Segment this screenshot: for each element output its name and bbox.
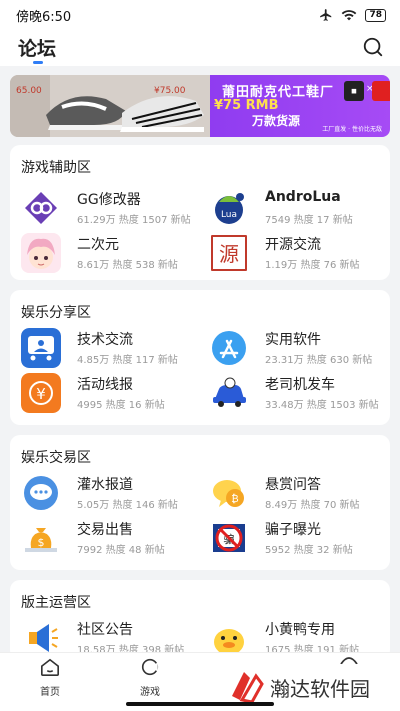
forum-opensource[interactable]: 源 开源交流 1.19万 热度 76 新帖 <box>209 233 389 273</box>
page-title: 论坛 <box>18 38 57 60</box>
sneakers-image: 65.00 ¥75.00 <box>10 75 210 137</box>
forum-events[interactable]: ¥ 活动线报 4995 热度 16 新帖 <box>21 373 201 413</box>
forum-stats: 7992 热度 48 新帖 <box>77 545 165 556</box>
forum-name: AndroLua <box>265 189 341 205</box>
watermark-logo-icon <box>232 672 264 704</box>
banner-price: ¥75 RMB <box>214 98 279 113</box>
forum-stats: 7549 热度 17 新帖 <box>265 215 353 226</box>
game-icon <box>141 658 159 676</box>
forum-name: 老司机发车 <box>265 377 335 393</box>
section-title: 娱乐分享区 <box>21 305 91 321</box>
banner-subtitle: 万款货源 <box>252 114 301 128</box>
store-logo-icon <box>372 81 390 101</box>
forum-stats: 61.29万 热度 1507 新帖 <box>77 215 191 226</box>
header: 论坛 <box>0 30 400 66</box>
section-game-assist: 游戏辅助区 GG修改器 61.29万 热度 1507 新帖 Lua AndroL… <box>10 145 390 280</box>
forum-name: 二次元 <box>77 237 119 253</box>
home-icon <box>41 658 59 676</box>
forum-name: 活动线报 <box>77 377 133 393</box>
nav-home[interactable]: 首页 <box>20 657 80 698</box>
battery-indicator: 78 <box>365 8 386 22</box>
svg-text:$: $ <box>38 536 45 549</box>
banner-footer: 工厂直发 · 性价比无敌 <box>322 126 382 133</box>
androlua-icon: Lua <box>209 188 249 228</box>
money-bag-icon: $ <box>21 518 61 558</box>
shoe-price-2: ¥75.00 <box>154 86 186 96</box>
forum-useful-software[interactable]: 实用软件 23.31万 热度 630 新帖 <box>209 328 389 368</box>
forum-stats: 5952 热度 32 新帖 <box>265 545 353 556</box>
forum-stats: 4995 热度 16 新帖 <box>77 400 165 411</box>
forum-stats: 1.19万 热度 76 新帖 <box>265 260 360 271</box>
home-indicator[interactable] <box>126 702 274 706</box>
forum-name: 小黄鸭专用 <box>265 622 335 638</box>
forum-name: 骗子曝光 <box>265 522 321 538</box>
anime-icon <box>21 233 61 273</box>
forum-stats: 8.49万 热度 70 新帖 <box>265 500 360 511</box>
forum-name: 交易出售 <box>77 522 133 538</box>
opensource-icon: 源 <box>209 233 249 273</box>
forum-stats: 8.61万 热度 538 新帖 <box>77 260 178 271</box>
gg-icon <box>21 188 61 228</box>
forum-name: 灌水报道 <box>77 477 133 493</box>
status-icons: 78 <box>319 8 386 22</box>
section-entertainment-trade: 娱乐交易区 灌水报道 5.05万 热度 146 新帖 ₿ 悬赏问答 8.49万 … <box>10 435 390 570</box>
svg-text:源: 源 <box>219 242 239 266</box>
forum-stats: 23.31万 热度 630 新帖 <box>265 355 373 366</box>
airplane-icon <box>320 9 332 21</box>
nav-game[interactable]: 游戏 <box>120 657 180 698</box>
forum-androlua[interactable]: Lua AndroLua 7549 热度 17 新帖 <box>209 188 389 228</box>
forum-name: 开源交流 <box>265 237 321 253</box>
section-title: 娱乐交易区 <box>21 450 91 466</box>
svg-text:₿: ₿ <box>231 493 238 505</box>
forum-name: 社区公告 <box>77 622 133 638</box>
forum-name: GG修改器 <box>77 192 141 208</box>
title-underline <box>33 61 43 64</box>
forum-chitchat[interactable]: 灌水报道 5.05万 热度 146 新帖 <box>21 473 201 513</box>
section-moderator-ops: 版主运营区 社区公告 18.58万 热度 398 新帖 小黄鸭专用 1675 热… <box>10 580 390 660</box>
ad-banner[interactable]: 65.00 ¥75.00 莆田耐克代工鞋厂 ¥75 RMB 万款货源 ◼ × 工… <box>10 75 390 137</box>
forum-name: 技术交流 <box>77 332 133 348</box>
search-icon[interactable] <box>362 36 384 58</box>
forum-tech[interactable]: 技术交流 4.85万 热度 117 新帖 <box>21 328 201 368</box>
yen-icon: ¥ <box>21 373 61 413</box>
brand-logo-icon: ◼ <box>344 81 364 101</box>
forum-stats: 4.85万 热度 117 新帖 <box>77 355 178 366</box>
forum-gg-modifier[interactable]: GG修改器 61.29万 热度 1507 新帖 <box>21 188 201 228</box>
forum-bounty-qa[interactable]: ₿ 悬赏问答 8.49万 热度 70 新帖 <box>209 473 389 513</box>
forum-scam-exposure[interactable]: 骗 骗子曝光 5952 热度 32 新帖 <box>209 518 389 558</box>
forum-name: 实用软件 <box>265 332 321 348</box>
forum-old-driver[interactable]: 老司机发车 33.48万 热度 1503 新帖 <box>209 373 389 413</box>
svg-text:¥: ¥ <box>36 385 46 403</box>
nav-home-label: 首页 <box>40 687 60 698</box>
watermark-text: 瀚达软件园 <box>270 677 370 701</box>
tech-icon <box>21 328 61 368</box>
svg-text:Lua: Lua <box>221 210 237 220</box>
section-title: 游戏辅助区 <box>21 160 91 176</box>
scam-icon: 骗 <box>209 518 249 558</box>
section-entertainment-share: 娱乐分享区 技术交流 4.85万 热度 117 新帖 实用软件 23.31万 热… <box>10 290 390 425</box>
forum-trade-sell[interactable]: $ 交易出售 7992 热度 48 新帖 <box>21 518 201 558</box>
forum-anime[interactable]: 二次元 8.61万 热度 538 新帖 <box>21 233 201 273</box>
forum-name: 悬赏问答 <box>265 477 321 493</box>
shoe-price-1: 65.00 <box>16 86 42 96</box>
forum-stats: 5.05万 热度 146 新帖 <box>77 500 178 511</box>
status-bar: 傍晚6:50 78 <box>0 0 400 30</box>
bitcoin-icon: ₿ <box>209 473 249 513</box>
nav-game-label: 游戏 <box>140 687 160 698</box>
status-time: 傍晚6:50 <box>16 9 72 25</box>
appstore-icon <box>209 328 249 368</box>
car-icon <box>209 373 249 413</box>
forum-stats: 33.48万 热度 1503 新帖 <box>265 400 379 411</box>
wifi-icon <box>342 10 357 21</box>
section-title: 版主运营区 <box>21 595 91 611</box>
chat-icon <box>21 473 61 513</box>
